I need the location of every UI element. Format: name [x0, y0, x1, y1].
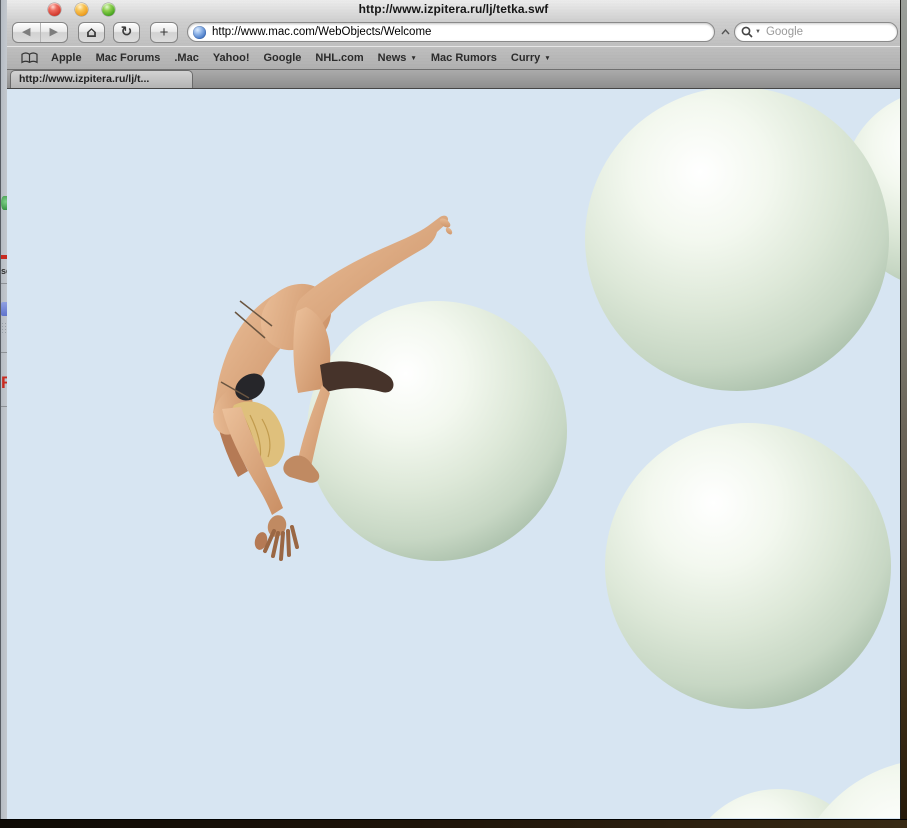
bookmark-mac-forums[interactable]: Mac Forums — [96, 52, 161, 64]
search-icon — [741, 26, 754, 39]
bookmark-curry-menu[interactable]: Curry▼ — [511, 52, 551, 64]
bookmark-google[interactable]: Google — [264, 52, 302, 64]
screen: se R http://www.izpitera.ru/lj/tetka.swf… — [0, 0, 907, 828]
desktop-right-edge — [900, 0, 907, 828]
safari-window: http://www.izpitera.ru/lj/tetka.swf ◀ ▶ … — [7, 0, 900, 819]
bookmark-dot-mac[interactable]: .Mac — [174, 52, 198, 64]
tab-bar: http://www.izpitera.ru/lj/t... — [7, 70, 900, 89]
toolbar: ◀ ▶ ⌂ ↻ + — [7, 18, 900, 46]
bubble — [605, 423, 891, 709]
site-globe-icon — [193, 26, 206, 39]
active-tab[interactable]: http://www.izpitera.ru/lj/t... — [10, 70, 193, 88]
forward-button[interactable]: ▶ — [40, 23, 68, 42]
brushed-metal-chrome: http://www.izpitera.ru/lj/tetka.swf ◀ ▶ … — [7, 0, 900, 70]
bubbles-layer — [307, 89, 900, 818]
add-bookmark-button[interactable]: + — [150, 22, 178, 43]
refresh-icon: ↻ — [121, 24, 133, 40]
search-placeholder: Google — [766, 26, 803, 38]
bookmark-news-menu[interactable]: News▼ — [378, 52, 417, 64]
home-button[interactable]: ⌂ — [78, 22, 105, 43]
bookmarks-book-icon[interactable] — [21, 52, 38, 64]
plus-icon: + — [160, 24, 169, 41]
dropdown-arrow-icon: ▼ — [544, 55, 550, 62]
caret-button[interactable] — [720, 29, 730, 35]
bookmark-nhl[interactable]: NHL.com — [315, 52, 363, 64]
bookmark-mac-rumors[interactable]: Mac Rumors — [431, 52, 497, 64]
bookmark-apple[interactable]: Apple — [51, 52, 82, 64]
bubble — [585, 89, 889, 391]
bubbles-scene — [7, 89, 900, 818]
back-button[interactable]: ◀ — [13, 23, 40, 42]
search-dropdown-icon: ▼ — [755, 29, 761, 35]
background-window-sliver[interactable]: se R — [0, 0, 7, 828]
desktop-bottom-edge — [0, 819, 907, 828]
flash-content[interactable] — [7, 89, 900, 818]
title-bar[interactable]: http://www.izpitera.ru/lj/tetka.swf — [7, 0, 900, 18]
figure-toes — [445, 226, 454, 235]
address-input[interactable] — [187, 22, 715, 42]
back-forward-buttons: ◀ ▶ — [12, 22, 68, 43]
refresh-button[interactable]: ↻ — [113, 22, 140, 43]
window-title: http://www.izpitera.ru/lj/tetka.swf — [7, 0, 900, 18]
bookmark-yahoo[interactable]: Yahoo! — [213, 52, 250, 64]
dropdown-arrow-icon: ▼ — [410, 55, 416, 62]
address-bar — [187, 22, 715, 42]
home-icon: ⌂ — [86, 23, 97, 41]
chevron-up-icon — [721, 29, 730, 35]
bubble — [307, 301, 567, 561]
search-field[interactable]: ▼ Google — [734, 22, 898, 42]
bookmarks-bar: Apple Mac Forums .Mac Yahoo! Google NHL.… — [7, 46, 900, 70]
